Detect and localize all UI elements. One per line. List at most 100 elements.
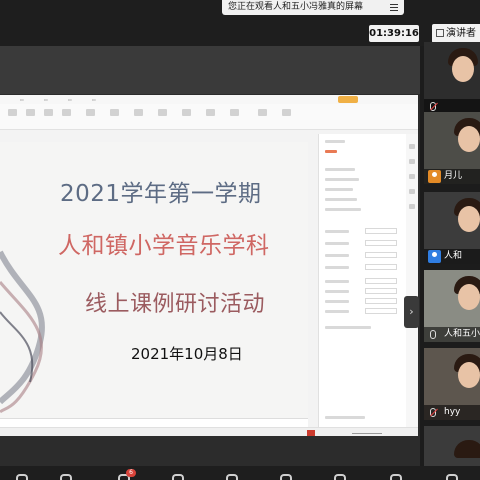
- chat-button-icon[interactable]: [280, 474, 292, 480]
- panel-tab[interactable]: [325, 150, 337, 153]
- ink-brush-artwork: [0, 250, 45, 414]
- menu-tab[interactable]: ▭: [68, 97, 72, 102]
- participant-video: [452, 56, 474, 82]
- ribbon-button[interactable]: [8, 109, 17, 121]
- ribbon-button[interactable]: [158, 109, 167, 121]
- participant-tile[interactable]: [424, 42, 480, 114]
- panel-label: [325, 254, 349, 257]
- panel-option[interactable]: [325, 326, 371, 329]
- properties-panel: [318, 134, 406, 436]
- panel-label: [325, 230, 349, 233]
- panel-option[interactable]: [325, 178, 359, 181]
- ribbon-button[interactable]: [26, 109, 35, 121]
- ribbon-button[interactable]: [134, 109, 143, 121]
- slide-date: 2021年10月8日: [131, 345, 243, 363]
- panel-label: [325, 140, 345, 143]
- participant-name: 人和: [444, 251, 463, 261]
- person-icon: [428, 170, 441, 183]
- participant-name-bar: hyy: [424, 405, 480, 420]
- shared-screen-margin: [0, 436, 420, 466]
- ribbon-button[interactable]: [258, 109, 267, 121]
- participant-tile[interactable]: hyy: [424, 348, 480, 420]
- sidebar-tool-icon[interactable]: [409, 204, 415, 209]
- participant-tile-active[interactable]: 月儿: [424, 112, 480, 184]
- panel-dropdown[interactable]: [365, 228, 397, 234]
- sidebar-tool-icon[interactable]: [409, 174, 415, 179]
- leave-button-icon[interactable]: [446, 474, 458, 480]
- menu-icon[interactable]: [390, 4, 398, 11]
- participant-name: hyy: [444, 407, 461, 417]
- participant-video: [458, 126, 480, 152]
- participant-name: 月儿: [444, 171, 463, 181]
- panel-option[interactable]: [325, 188, 353, 191]
- app-menu-tabs: ▭ ▭ ▭ ▭: [0, 95, 418, 104]
- menu-tab[interactable]: ▭: [20, 97, 24, 102]
- panel-option[interactable]: [325, 198, 357, 201]
- participant-video: [458, 362, 480, 388]
- record-button-icon[interactable]: [226, 474, 238, 480]
- mic-icon: [430, 330, 436, 339]
- ribbon-button[interactable]: [62, 109, 71, 121]
- bottom-toolbar: 6: [0, 466, 480, 480]
- ribbon-button[interactable]: [206, 109, 215, 121]
- ribbon-button[interactable]: [282, 109, 291, 121]
- ribbon-button[interactable]: [110, 109, 119, 121]
- participant-name-bar: 人和五小: [424, 327, 480, 342]
- panel-slider[interactable]: [365, 252, 397, 258]
- participant-tile[interactable]: [424, 426, 480, 466]
- ribbon-button[interactable]: [182, 109, 191, 121]
- menu-tab[interactable]: ▭: [92, 97, 96, 102]
- settings-button-icon[interactable]: [390, 474, 402, 480]
- mic-muted-icon: [430, 102, 436, 111]
- panel-option[interactable]: [325, 208, 361, 211]
- sidebar-tool-icon[interactable]: [409, 144, 415, 149]
- panel-option[interactable]: [325, 168, 355, 171]
- participant-video: [458, 206, 480, 232]
- meeting-window: 您正在观看人和五小冯雅真的屏幕 01:39:16 演讲者 ▭ ▭ ▭ ▭ 202…: [0, 0, 480, 480]
- participant-tile[interactable]: 人和五小: [424, 270, 480, 342]
- panel-label: [325, 310, 349, 313]
- panel-dropdown[interactable]: [365, 240, 397, 246]
- meeting-timer: 01:39:16: [369, 25, 419, 42]
- menu-tab[interactable]: ▭: [44, 97, 48, 102]
- chevron-right-icon: ›: [409, 305, 414, 318]
- panel-spinner[interactable]: [365, 288, 397, 294]
- zoom-slider[interactable]: [352, 433, 382, 434]
- participant-video: [458, 284, 480, 310]
- mic-muted-icon: [430, 408, 436, 417]
- panel-label: [325, 266, 349, 269]
- collapse-participants-button[interactable]: ›: [404, 296, 419, 328]
- screen-share-banner-text: 您正在观看人和五小冯雅真的屏幕: [228, 2, 364, 12]
- panel-label: [325, 242, 349, 245]
- shared-screen-margin: [0, 46, 420, 94]
- sidebar-tool-icon[interactable]: [409, 159, 415, 164]
- participant-name: 人和五小: [444, 329, 480, 339]
- notification-badge: 6: [126, 469, 136, 477]
- panel-footer[interactable]: [325, 416, 365, 419]
- apps-button-icon[interactable]: [334, 474, 346, 480]
- speaker-view-label: 演讲者: [446, 28, 476, 39]
- shared-screen: ▭ ▭ ▭ ▭ 2021学年第一学期 人和镇小学音乐学科 线上课例研讨活动 20…: [0, 46, 420, 466]
- share-button-icon[interactable]: [172, 474, 184, 480]
- layout-icon: [436, 29, 444, 37]
- ribbon-button[interactable]: [230, 109, 239, 121]
- person-icon: [428, 250, 441, 263]
- ribbon-button[interactable]: [86, 109, 95, 121]
- panel-spinner[interactable]: [365, 308, 397, 314]
- panel-spinner[interactable]: [365, 278, 397, 284]
- speaker-view-button[interactable]: 演讲者: [432, 24, 480, 43]
- panel-dropdown[interactable]: [365, 264, 397, 270]
- slide-title: 2021学年第一学期: [60, 181, 262, 207]
- mic-button-icon[interactable]: [16, 474, 28, 480]
- participant-tile[interactable]: 人和: [424, 192, 480, 264]
- top-bar: 您正在观看人和五小冯雅真的屏幕 01:39:16 演讲者: [0, 0, 480, 46]
- active-tab[interactable]: [338, 96, 358, 103]
- panel-label: [325, 280, 349, 283]
- panel-spinner[interactable]: [365, 298, 397, 304]
- camera-button-icon[interactable]: [60, 474, 72, 480]
- panel-label: [325, 300, 349, 303]
- participant-name-bar: 人和: [424, 249, 480, 264]
- sidebar-tool-icon[interactable]: [409, 189, 415, 194]
- participant-list: 月儿 人和 人和五小 hyy: [424, 42, 480, 466]
- ribbon-button[interactable]: [44, 109, 53, 121]
